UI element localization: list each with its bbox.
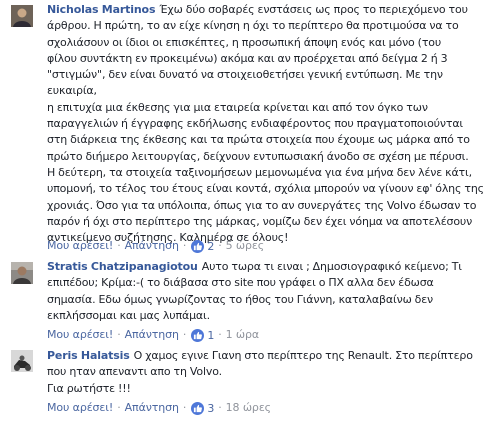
author-name[interactable]: Peris Halatsis — [47, 349, 130, 362]
reply-button[interactable]: Απάντηση — [125, 239, 179, 252]
comment-line: φίλου συντάκτη εν προκειμένω) ακόμα και … — [47, 51, 448, 65]
comment-line: Έχω δύο σοβαρές ενστάσεις ως προς το περ… — [159, 3, 468, 16]
like-thumb-icon — [191, 401, 205, 415]
separator-dot: · — [218, 401, 222, 414]
author-name[interactable]: Stratis Chatzipanagiotou — [47, 260, 198, 273]
separator-dot: · — [182, 239, 187, 252]
separator-dot: · — [182, 401, 187, 414]
reaction-summary[interactable]: 3 — [191, 401, 215, 415]
comment-line: επιπέδου; Κρίμα:-( το διάβασα στο site π… — [47, 276, 434, 290]
reaction-count: 2 — [207, 239, 215, 253]
comment-actions: Μου αρέσει! · Απάντηση · 2 · 5 ώρες — [47, 239, 264, 253]
reply-button[interactable]: Απάντηση — [125, 328, 179, 341]
comment-line: σημασία. Εδω όμως γνωρίζοντας το ήθος το… — [47, 292, 434, 306]
reaction-summary[interactable]: 2 — [191, 239, 215, 253]
avatar[interactable] — [11, 262, 33, 284]
timestamp[interactable]: 18 ώρες — [226, 401, 271, 414]
separator-dot: · — [182, 328, 187, 341]
comment-line: υπομονή, το τέλος του έτους είναι κοντά,… — [47, 182, 484, 196]
comment-body: Nicholas Martinos Έχω δύο σοβαρές ενστάσε… — [47, 2, 487, 246]
comment-line: που ηταν απεναντι απο τη Volvo. — [47, 365, 222, 379]
comment-actions: Μου αρέσει! · Απάντηση · 3 · 18 ώρες — [47, 401, 271, 415]
reply-button[interactable]: Απάντηση — [125, 401, 179, 414]
comment-line: στη διάρκεια της έκθεσης και τα πρώτα στ… — [47, 133, 470, 147]
comment-line: άρθρου. Η πρώτη, το αν είχε κίνηση η όχι… — [47, 19, 459, 33]
comment-line: εκπλήσσομαι και μας λυπάμαι. — [47, 308, 210, 322]
comment-line: Αυτο τωρα τι ειναι ; Δημοσιογραφικό κείμ… — [201, 260, 462, 273]
comment-line: πρώτο διήμερο λειτουργίας, δείχνουν εντυ… — [47, 149, 469, 163]
comment-line: παρόν ή όχι στο περίπτερο της μάρκας, νο… — [47, 214, 473, 228]
comment-line: Η δεύτερη, τα στοιχεία ταξινομήσεων μεμο… — [47, 165, 472, 179]
comment-body: Stratis Chatzipanagiotou Αυτο τωρα τι ειν… — [47, 259, 487, 324]
reaction-count: 1 — [207, 328, 215, 342]
comment-actions: Μου αρέσει! · Απάντηση · 1 · 1 ώρα — [47, 328, 259, 342]
like-button[interactable]: Μου αρέσει! — [47, 239, 113, 252]
timestamp[interactable]: 5 ώρες — [226, 239, 265, 252]
comment-line: "στιγμών", δεν είναι δυνατό να στοιχειοθ… — [47, 68, 443, 98]
separator-dot: · — [117, 328, 121, 341]
comment-line: Για ρωτήστε !!! — [47, 381, 131, 395]
author-name[interactable]: Nicholas Martinos — [47, 3, 156, 16]
reaction-count: 3 — [207, 401, 215, 415]
like-button[interactable]: Μου αρέσει! — [47, 328, 113, 341]
comment-line: σχολιάσουν οι ίδιοι οι επισκέπτες, η προ… — [47, 35, 442, 49]
separator-dot: · — [218, 239, 222, 252]
like-button[interactable]: Μου αρέσει! — [47, 401, 113, 414]
comment-line: παραγγελιών ή έγγραφης εκδήλωσης ενδιαφέ… — [47, 117, 464, 131]
comment-line: η επιτυχία μια έκθεσης για μια εταιρεία … — [47, 100, 428, 114]
avatar[interactable] — [11, 5, 33, 27]
separator-dot: · — [218, 328, 222, 341]
reaction-summary[interactable]: 1 — [191, 328, 215, 342]
timestamp[interactable]: 1 ώρα — [226, 328, 260, 341]
comment-body: Peris Halatsis Ο χαμος εγινε Γιανη στο πε… — [47, 348, 487, 397]
separator-dot: · — [117, 401, 121, 414]
comment-line: χρονιάς. Όσο για τα υπόλοιπα, όπως για τ… — [47, 198, 477, 212]
like-thumb-icon — [191, 328, 205, 342]
like-thumb-icon — [191, 239, 205, 253]
comment-line: Ο χαμος εγινε Γιανη στο περίπτερο της Re… — [133, 349, 473, 362]
separator-dot: · — [117, 239, 121, 252]
avatar[interactable] — [11, 350, 33, 372]
